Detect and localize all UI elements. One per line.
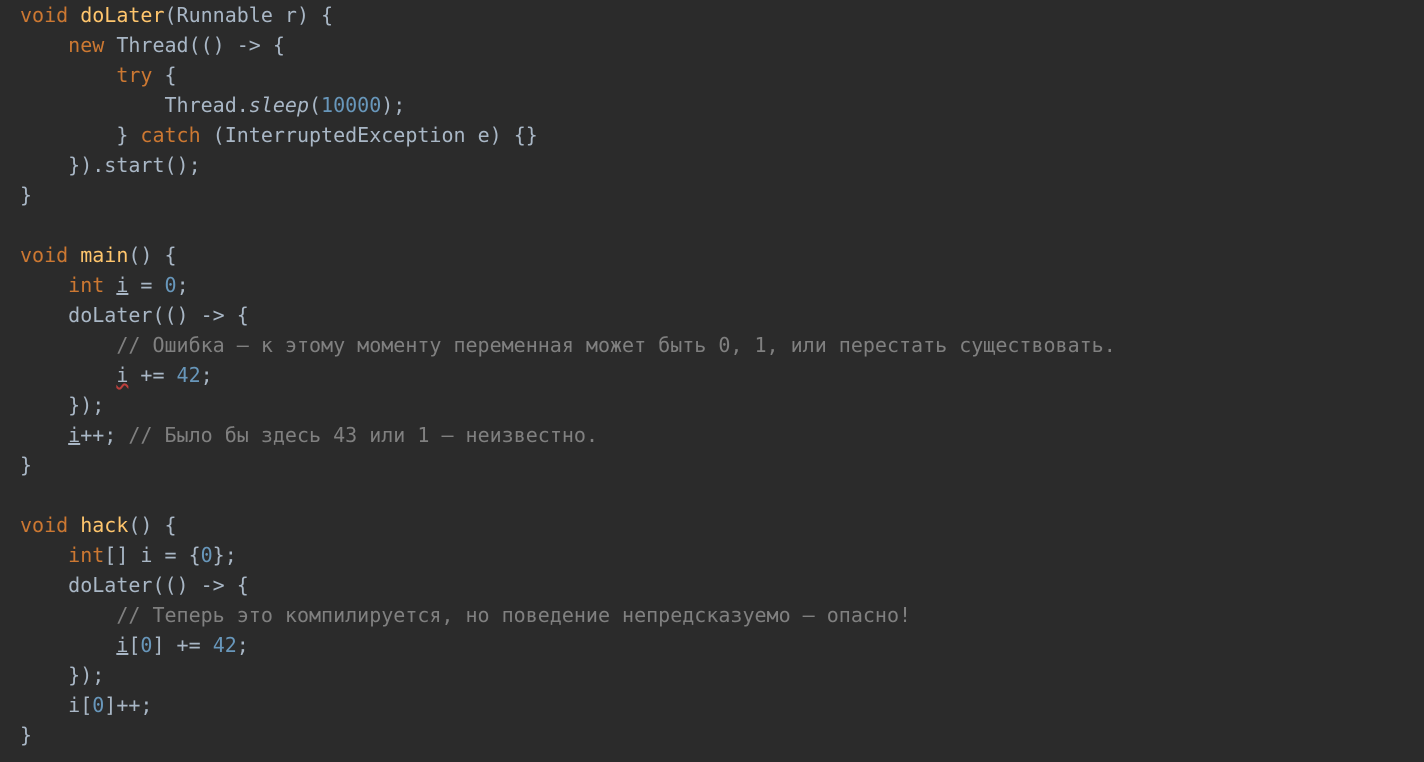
code-token: main xyxy=(80,243,128,267)
code-token: i xyxy=(68,423,80,447)
code-token: // Теперь это компилируется, но поведени… xyxy=(116,603,911,627)
code-token: 0 xyxy=(92,693,104,717)
code-token: new xyxy=(68,33,116,57)
code-token: i xyxy=(116,633,128,657)
code-token: i xyxy=(116,363,128,387)
code-token: sleep xyxy=(249,93,309,117)
code-token: i xyxy=(116,273,128,297)
code-token: void xyxy=(20,3,80,27)
code-token: void xyxy=(20,513,80,537)
code-token: int xyxy=(68,273,116,297)
code-token: try xyxy=(116,63,164,87)
code-token: hack xyxy=(80,513,128,537)
code-token: doLater xyxy=(80,3,164,27)
code-token: 42 xyxy=(177,363,201,387)
code-token: // Ошибка — к этому моменту переменная м… xyxy=(116,333,1115,357)
code-token: catch xyxy=(140,123,212,147)
code-token: 0 xyxy=(201,543,213,567)
code-editor: void doLater(Runnable r) { new Thread(()… xyxy=(0,0,1424,750)
code-token: 42 xyxy=(213,633,237,657)
code-token: // Было бы здесь 43 или 1 — неизвестно. xyxy=(128,423,598,447)
code-token: 0 xyxy=(140,633,152,657)
code-token: 0 xyxy=(165,273,177,297)
code-token: int xyxy=(68,543,104,567)
code-token: void xyxy=(20,243,80,267)
code-token: 10000 xyxy=(321,93,381,117)
